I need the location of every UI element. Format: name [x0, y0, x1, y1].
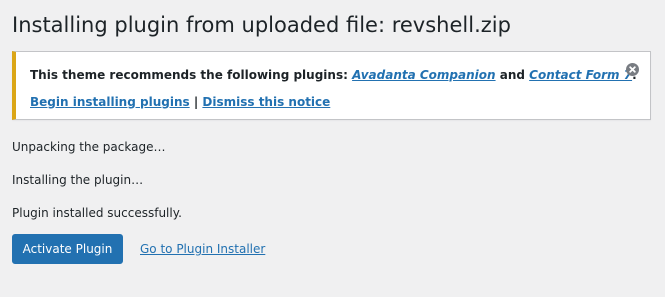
plugin-link-contact-form-7[interactable]: Contact Form 7	[529, 68, 632, 82]
notice-conjunction-text: and	[495, 68, 530, 82]
dismiss-notice-link[interactable]: Dismiss this notice	[202, 95, 330, 109]
step-unpacking-text: Unpacking the package…	[12, 140, 166, 154]
go-to-plugin-installer-link[interactable]: Go to Plugin Installer	[140, 241, 265, 257]
step-installing-text: Installing the plugin…	[12, 173, 144, 187]
step-success-text: Plugin installed successfully.	[12, 206, 182, 220]
install-plugin-page: Installing plugin from uploaded file: re…	[0, 0, 665, 297]
notice-message: This theme recommends the following plug…	[30, 67, 637, 83]
notice-prefix-text: This theme recommends the following plug…	[30, 68, 353, 82]
notice-actions: Begin installing plugins | Dismiss this …	[30, 94, 330, 110]
close-circle-icon[interactable]	[626, 63, 639, 76]
notice-separator: |	[189, 95, 203, 109]
plugin-link-avadanta-companion[interactable]: Avadanta Companion	[352, 68, 495, 82]
theme-plugins-notice: This theme recommends the following plug…	[12, 51, 651, 120]
activate-plugin-button[interactable]: Activate Plugin	[12, 234, 123, 264]
begin-installing-plugins-link[interactable]: Begin installing plugins	[30, 95, 190, 109]
page-title: Installing plugin from uploaded file: re…	[12, 13, 511, 37]
